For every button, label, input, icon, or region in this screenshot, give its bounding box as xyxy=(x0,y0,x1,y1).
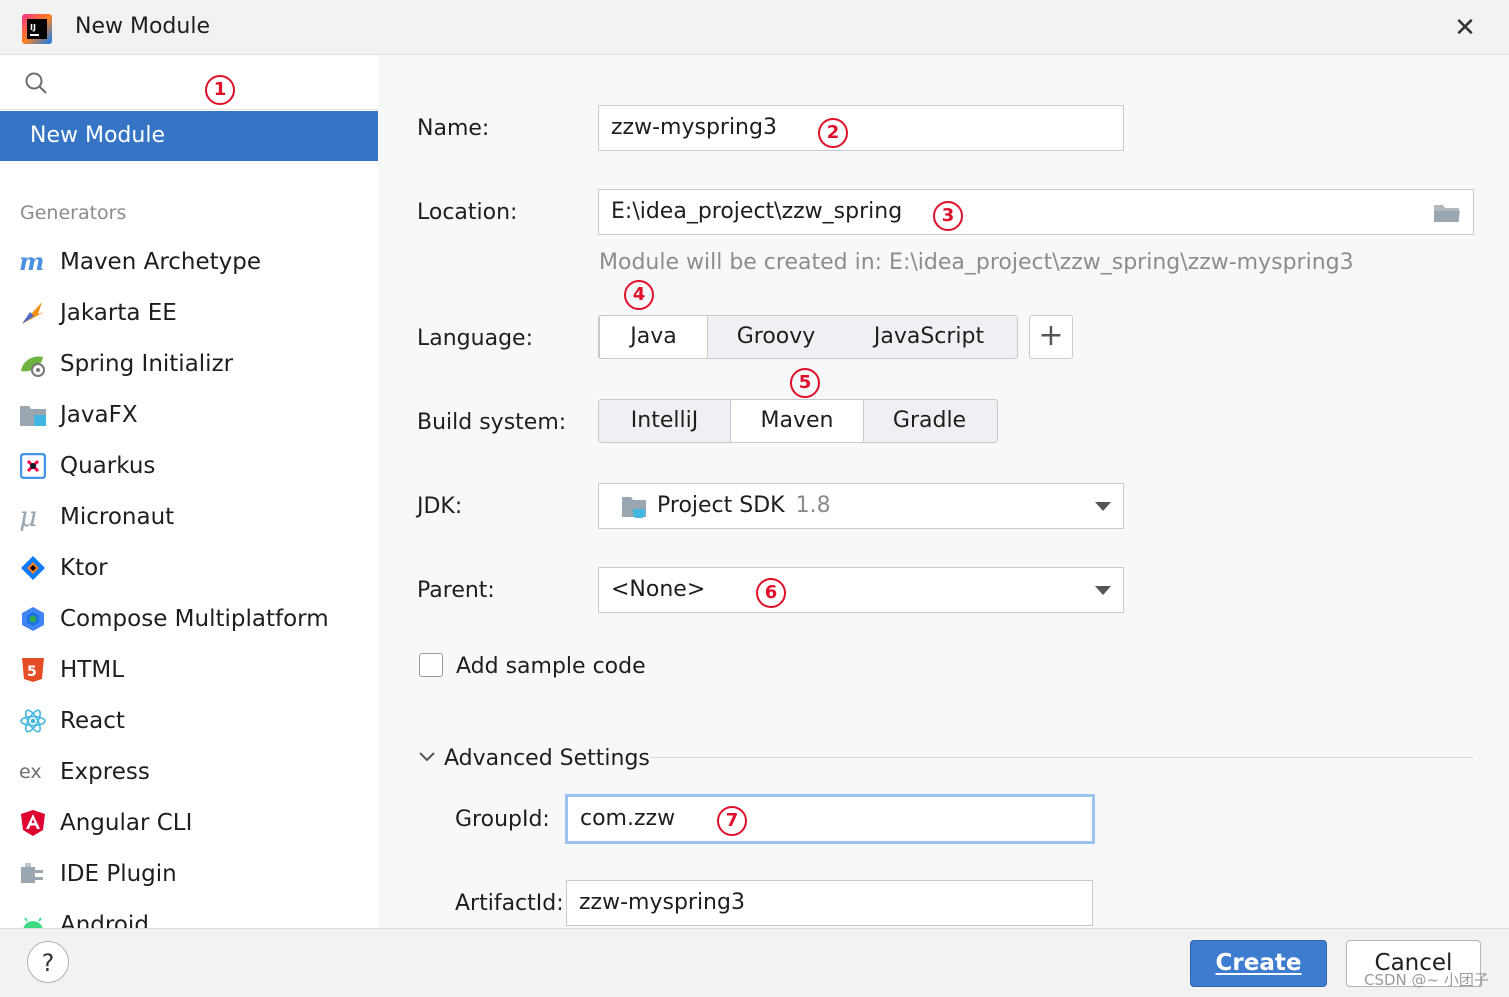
svg-text:m: m xyxy=(19,251,44,273)
sidebar-item-ide-plugin[interactable]: IDE Plugin xyxy=(0,848,378,899)
chevron-down-icon xyxy=(1095,586,1111,595)
location-label: Location: xyxy=(417,200,518,225)
intellij-app-icon: IJ xyxy=(22,14,52,44)
watermark: CSDN @~ 小团子 xyxy=(1364,971,1489,989)
build-maven[interactable]: Maven xyxy=(730,399,864,443)
sidebar-item-micronaut[interactable]: μ Micronaut xyxy=(0,491,378,542)
title-bar: IJ New Module ✕ xyxy=(0,0,1509,55)
sidebar-item-compose-multiplatform[interactable]: Compose Multiplatform xyxy=(0,593,378,644)
location-field[interactable]: E:\idea_project\zzw_spring xyxy=(598,189,1474,235)
sidebar-item-html[interactable]: 5 HTML xyxy=(0,644,378,695)
sidebar-item-angular-cli[interactable]: Angular CLI xyxy=(0,797,378,848)
sdk-folder-icon xyxy=(622,497,646,519)
sidebar-item-new-module[interactable]: New Module xyxy=(0,111,378,161)
jdk-version: 1.8 xyxy=(795,493,831,518)
window-title: New Module xyxy=(75,14,210,39)
search-icon xyxy=(25,72,47,94)
language-javascript[interactable]: JavaScript xyxy=(844,316,1014,358)
html5-icon: 5 xyxy=(19,656,47,684)
add-sample-code-label: Add sample code xyxy=(456,654,646,679)
annotation-badge-7: 7 xyxy=(717,806,747,836)
language-groovy[interactable]: Groovy xyxy=(708,316,844,358)
sidebar-item-maven-archetype[interactable]: m Maven Archetype xyxy=(0,236,378,287)
sidebar-item-jakarta-ee[interactable]: Jakarta EE xyxy=(0,287,378,338)
sidebar-item-quarkus[interactable]: Quarkus xyxy=(0,440,378,491)
maven-icon: m xyxy=(19,248,47,276)
annotation-badge-2: 2 xyxy=(818,118,848,148)
add-sample-code-checkbox[interactable] xyxy=(419,653,443,677)
micronaut-icon: μ xyxy=(19,503,47,531)
location-value: E:\idea_project\zzw_spring xyxy=(611,199,903,224)
folder-browse-icon[interactable] xyxy=(1433,202,1461,224)
generators-group-label: Generators xyxy=(20,202,127,224)
name-field[interactable]: zzw-myspring3 xyxy=(598,105,1124,151)
parent-value: <None> xyxy=(611,577,706,602)
android-icon xyxy=(19,911,47,928)
jdk-dropdown[interactable]: Project SDK 1.8 xyxy=(598,483,1124,529)
sidebar-item-ktor[interactable]: Ktor xyxy=(0,542,378,593)
parent-dropdown[interactable]: <None> xyxy=(598,567,1124,613)
ktor-icon xyxy=(19,554,47,582)
chevron-down-icon[interactable] xyxy=(418,750,436,764)
spring-icon xyxy=(19,350,47,378)
annotation-badge-6: 6 xyxy=(756,578,786,608)
name-label: Name: xyxy=(417,116,490,141)
build-intellij[interactable]: IntelliJ xyxy=(599,400,730,442)
close-icon[interactable]: ✕ xyxy=(1448,12,1482,44)
advanced-settings-toggle[interactable]: Advanced Settings xyxy=(444,746,650,771)
express-icon: ex xyxy=(19,758,47,786)
plugin-icon xyxy=(19,860,47,888)
svg-text:ex: ex xyxy=(19,761,42,783)
language-selector: Java Groovy JavaScript xyxy=(598,315,1018,359)
svg-text:5: 5 xyxy=(27,664,37,680)
groupid-field[interactable]: com.zzw xyxy=(565,794,1095,844)
svg-text:IJ: IJ xyxy=(30,23,36,32)
sidebar-item-react[interactable]: React xyxy=(0,695,378,746)
parent-label: Parent: xyxy=(417,578,495,603)
chevron-down-icon xyxy=(1095,502,1111,511)
compose-icon xyxy=(19,605,47,633)
artifactid-label: ArtifactId: xyxy=(455,891,564,916)
build-system-label: Build system: xyxy=(417,410,567,435)
svg-text:μ: μ xyxy=(19,503,37,531)
search-input[interactable] xyxy=(0,55,378,110)
create-button[interactable]: Create xyxy=(1190,940,1327,987)
add-language-button[interactable]: + xyxy=(1029,315,1073,359)
jdk-value: Project SDK xyxy=(657,493,785,518)
language-java[interactable]: Java xyxy=(599,315,708,359)
sidebar-item-spring-initializr[interactable]: Spring Initializr xyxy=(0,338,378,389)
javafx-icon xyxy=(19,401,47,429)
language-label: Language: xyxy=(417,326,533,351)
react-icon xyxy=(19,707,47,735)
artifactid-field[interactable]: zzw-myspring3 xyxy=(566,880,1093,926)
jakarta-icon xyxy=(19,299,47,327)
sidebar-item-express[interactable]: ex Express xyxy=(0,746,378,797)
annotation-badge-4: 4 xyxy=(624,280,654,310)
annotation-badge-1: 1 xyxy=(205,75,235,105)
jdk-label: JDK: xyxy=(417,494,463,519)
angular-icon xyxy=(19,809,47,837)
module-form: Name: zzw-myspring3 Location: E:\idea_pr… xyxy=(378,55,1509,928)
generators-sidebar: New Module Generators m Maven Archetype … xyxy=(0,55,379,928)
build-gradle[interactable]: Gradle xyxy=(864,400,995,442)
advanced-divider xyxy=(650,757,1473,758)
dialog-footer: ? Create Cancel CSDN @~ 小团子 xyxy=(0,928,1509,997)
quarkus-icon xyxy=(19,452,47,480)
groupid-label: GroupId: xyxy=(455,807,550,832)
annotation-badge-3: 3 xyxy=(933,201,963,231)
annotation-badge-5: 5 xyxy=(790,368,820,398)
location-hint: Module will be created in: E:\idea_proje… xyxy=(599,250,1354,275)
sidebar-item-android[interactable]: Android xyxy=(0,899,378,928)
sidebar-item-javafx[interactable]: JavaFX xyxy=(0,389,378,440)
build-system-selector: IntelliJ Maven Gradle xyxy=(598,399,998,443)
generators-list: m Maven Archetype Jakarta EE Spring Init… xyxy=(0,236,378,928)
help-button[interactable]: ? xyxy=(27,941,69,983)
